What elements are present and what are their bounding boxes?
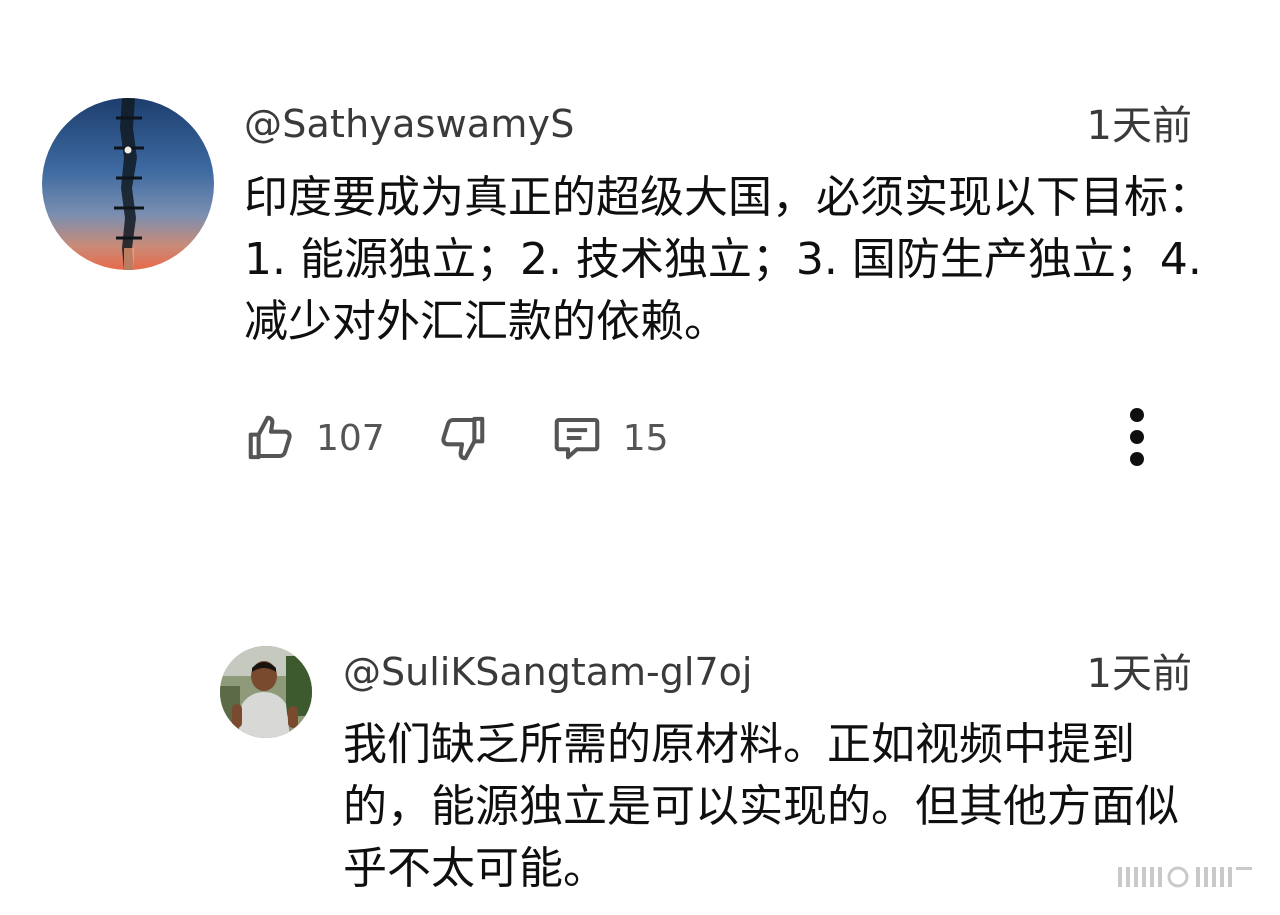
more-vertical-icon xyxy=(1127,406,1147,472)
thumb-down-icon xyxy=(435,411,489,465)
comment-text: 印度要成为真正的超级大国，必须实现以下目标：1. 能源独立；2. 技术独立；3.… xyxy=(244,172,1212,347)
more-options-button[interactable] xyxy=(1112,404,1162,474)
thumb-up-icon xyxy=(244,411,298,465)
reply-button[interactable]: 15 xyxy=(549,411,669,465)
reply-avatar-image xyxy=(220,646,312,738)
watermark-logo xyxy=(1116,863,1256,891)
like-count: 107 xyxy=(316,417,385,459)
reply-avatar[interactable] xyxy=(220,646,312,738)
avatar[interactable] xyxy=(42,98,214,270)
avatar-image xyxy=(114,98,144,270)
comment-timestamp: 1天前 xyxy=(1086,103,1192,149)
comment-icon xyxy=(549,411,605,465)
reply-text: 我们缺乏所需的原材料。正如视频中提到的，能源独立是可以实现的。但其他方面似乎不太… xyxy=(343,719,1179,894)
comment-actions: 107 15 xyxy=(244,404,669,472)
dislike-button[interactable] xyxy=(435,411,489,465)
reply-count: 15 xyxy=(622,417,669,459)
reply-timestamp: 1天前 xyxy=(1086,651,1192,697)
like-button[interactable]: 107 xyxy=(244,411,385,465)
reply-author[interactable]: @SuliKSangtam-gl7oj xyxy=(343,648,752,696)
comment-author[interactable]: @SathyaswamyS xyxy=(244,100,575,148)
